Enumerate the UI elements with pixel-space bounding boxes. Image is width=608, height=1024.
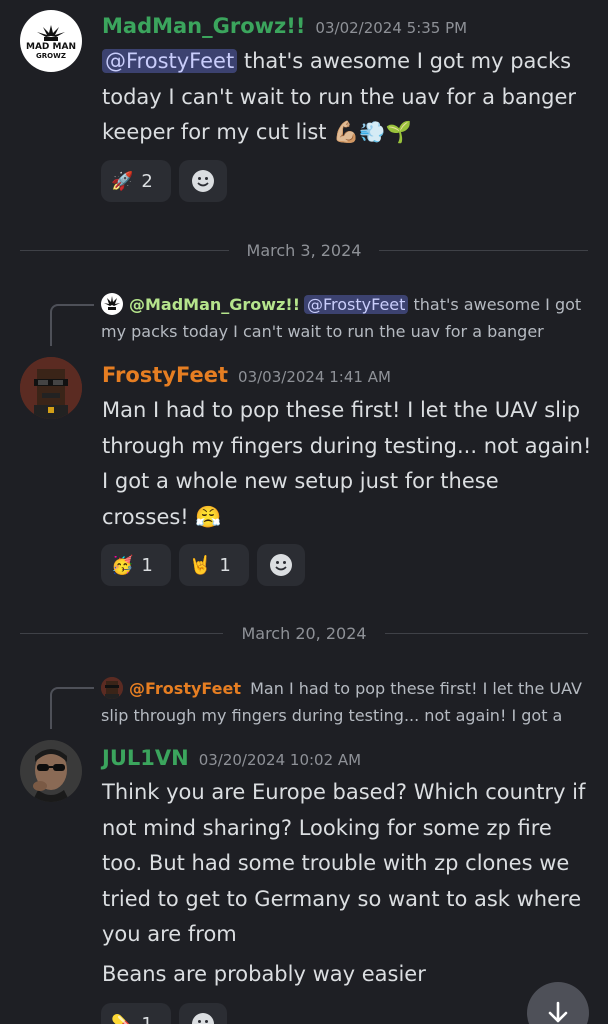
timestamp: 03/20/2024 10:02 AM xyxy=(198,751,362,769)
reply-spine xyxy=(50,304,94,346)
author-line: MadMan_Growz!! 03/02/2024 5:35 PM xyxy=(102,14,467,38)
reaction-bar: 💊 1 xyxy=(101,1003,227,1024)
date-divider: March 20, 2024 xyxy=(20,621,589,645)
pixel-character-icon xyxy=(101,677,123,699)
smiley-plus-icon xyxy=(192,1013,214,1024)
author-name[interactable]: FrostyFeet xyxy=(102,363,228,387)
reply-spine xyxy=(50,687,94,729)
message-text: Man I had to pop these first! I let the … xyxy=(102,398,592,529)
cannabis-leaf-icon xyxy=(37,24,65,41)
person-sunglasses-icon xyxy=(20,740,82,802)
message-content: @FrostyFeet that's awesome I got my pack… xyxy=(102,44,592,151)
pixel-character-icon xyxy=(20,357,82,419)
reaction-rock-on[interactable]: 🤘 1 xyxy=(179,544,249,586)
reaction-bar: 🥳 1 🤘 1 xyxy=(101,544,305,586)
rocket-emoji: 🚀 xyxy=(111,170,134,192)
reaction-pill[interactable]: 💊 1 xyxy=(101,1003,171,1024)
message-text-2: Beans are probably way easier xyxy=(102,962,426,986)
message-content: Think you are Europe based? Which countr… xyxy=(102,775,592,953)
pill-emoji: 💊 xyxy=(111,1013,134,1024)
smiley-plus-icon xyxy=(270,554,292,576)
divider-line xyxy=(384,632,589,634)
reaction-count: 1 xyxy=(141,554,153,576)
dash-emoji: 💨 xyxy=(359,120,386,144)
divider-line xyxy=(379,249,588,251)
timestamp: 03/03/2024 1:41 AM xyxy=(238,368,391,386)
reply-mention: @FrostyFeet xyxy=(303,295,409,314)
reaction-count: 1 xyxy=(141,1013,153,1024)
steam-nose-emoji: 😤 xyxy=(195,504,222,529)
reaction-party-face[interactable]: 🥳 1 xyxy=(101,544,171,586)
reaction-count: 2 xyxy=(141,170,153,192)
add-reaction-button[interactable] xyxy=(179,1003,227,1024)
avatar-jul1vn[interactable] xyxy=(20,740,82,802)
avatar-frostyfeet[interactable] xyxy=(20,357,82,419)
flexed-biceps-emoji: 💪🏼 xyxy=(333,120,360,144)
divider-line xyxy=(20,249,229,251)
reply-avatar xyxy=(101,293,123,315)
message-text: Think you are Europe based? Which countr… xyxy=(102,780,586,946)
message-content: Man I had to pop these first! I let the … xyxy=(102,393,592,535)
logo-text-bottom: GROWZ xyxy=(36,51,66,60)
author-line: FrostyFeet 03/03/2024 1:41 AM xyxy=(102,363,391,387)
reply-preview[interactable]: @MadMan_Growz!! @FrostyFeet that's awesom… xyxy=(101,291,591,345)
reply-author: @FrostyFeet xyxy=(129,679,242,698)
rock-on-emoji: 🤘 xyxy=(189,554,212,576)
avatar-madman[interactable]: MAD MAN GROWZ xyxy=(20,10,82,72)
logo-text-top: MAD MAN xyxy=(26,41,76,52)
divider-date: March 3, 2024 xyxy=(246,240,362,260)
arrow-down-icon xyxy=(548,1001,568,1023)
cannabis-leaf-icon xyxy=(104,296,120,310)
add-reaction-button[interactable] xyxy=(257,544,305,586)
party-face-emoji: 🥳 xyxy=(111,554,134,576)
author-name[interactable]: JUL1VN xyxy=(102,746,189,770)
reply-author: @MadMan_Growz!! xyxy=(129,295,300,314)
divider-line xyxy=(20,632,224,634)
reaction-bar: 🚀 2 xyxy=(101,160,227,202)
add-reaction-button[interactable] xyxy=(179,160,227,202)
reply-preview[interactable]: @FrostyFeet Man I had to pop these first… xyxy=(101,675,591,729)
reaction-count: 1 xyxy=(219,554,231,576)
reaction-rocket[interactable]: 🚀 2 xyxy=(101,160,171,202)
timestamp: 03/02/2024 5:35 PM xyxy=(315,19,468,37)
seedling-emoji: 🌱 xyxy=(385,120,412,144)
author-name[interactable]: MadMan_Growz!! xyxy=(102,14,305,38)
user-mention[interactable]: @FrostyFeet xyxy=(102,49,238,73)
date-divider: March 3, 2024 xyxy=(20,238,588,262)
divider-date: March 20, 2024 xyxy=(241,623,367,643)
smiley-plus-icon xyxy=(192,170,214,192)
author-line: JUL1VN 03/20/2024 10:02 AM xyxy=(102,746,361,770)
message-content-2: Beans are probably way easier xyxy=(102,957,592,993)
reply-avatar xyxy=(101,677,123,699)
